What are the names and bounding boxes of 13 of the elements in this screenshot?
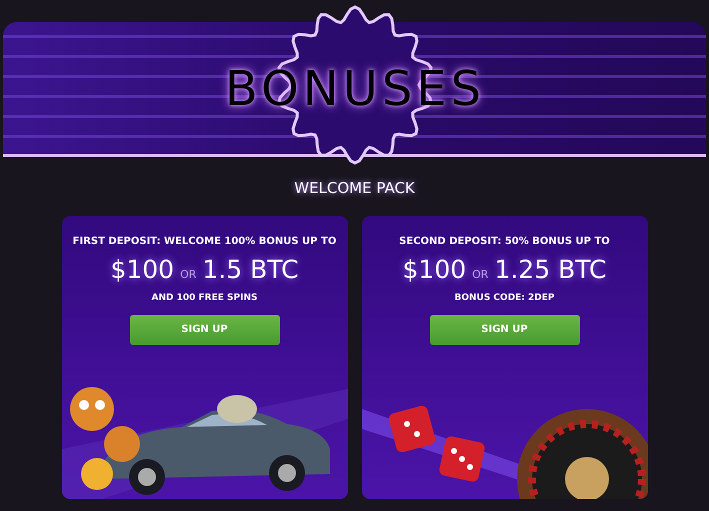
sign-up-button[interactable]: SIGN UP	[130, 314, 280, 344]
card-heading: SECOND DEPOSIT: 50% BONUS UP TO	[399, 234, 610, 248]
card-heading: FIRST DEPOSIT: WELCOME 100% BONUS UP TO	[72, 234, 336, 248]
bonus-note: BONUS CODE: 2DEP	[454, 292, 555, 305]
bonus-note: AND 100 FREE SPINS	[152, 292, 258, 305]
section-title: WELCOME PACK	[294, 178, 415, 199]
btc-amount: 1.25 BTC	[494, 254, 606, 286]
or-label: OR	[180, 266, 196, 282]
sign-up-button[interactable]: SIGN UP	[430, 314, 580, 344]
or-label: OR	[472, 266, 488, 282]
btc-amount: 1.5 BTC	[202, 254, 299, 286]
bonus-amount: $100	[402, 254, 466, 286]
bonus-amount: $100	[110, 254, 174, 286]
